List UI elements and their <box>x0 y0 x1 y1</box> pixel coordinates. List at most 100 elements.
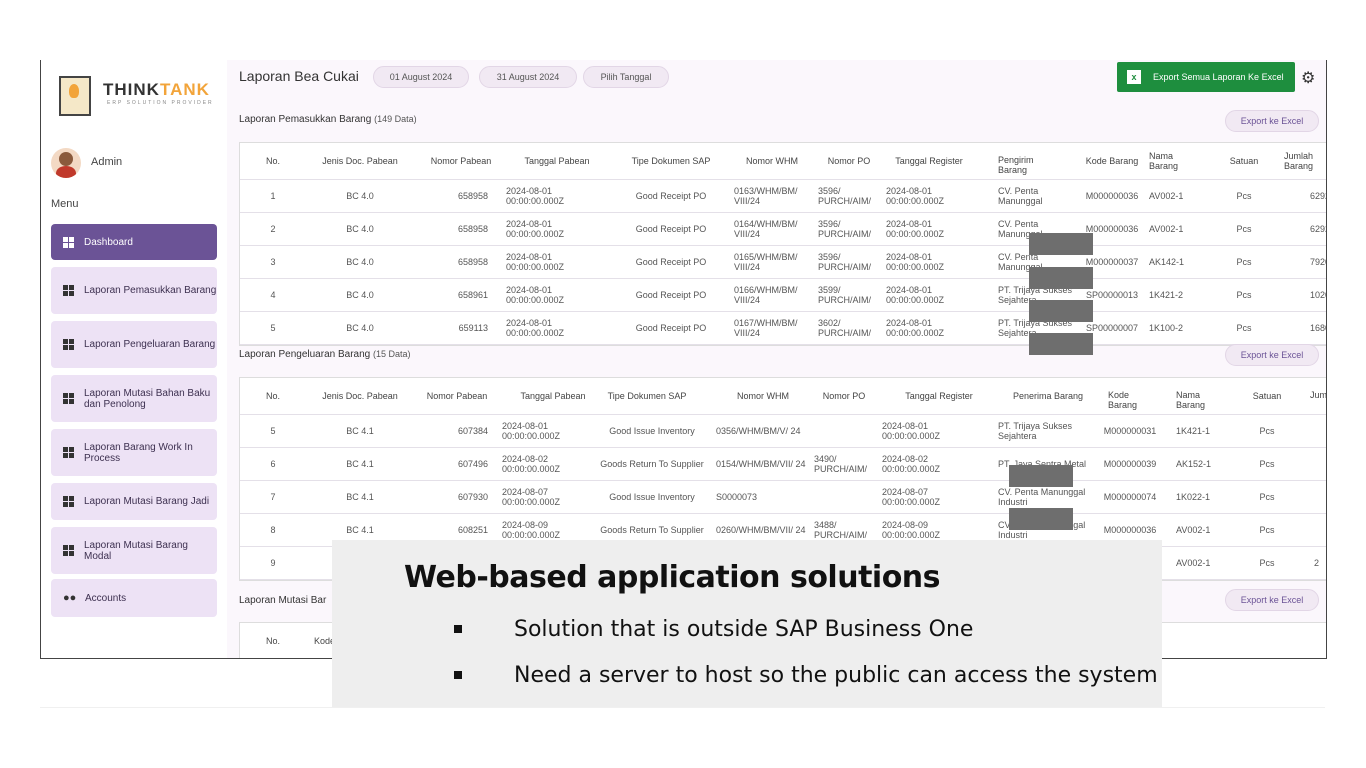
sidebar-item-label: Laporan Pemasukkan Barang <box>84 285 217 296</box>
start-date-picker[interactable]: 01 August 2024 <box>373 66 469 88</box>
column-header[interactable]: Nomor Pabean <box>424 143 498 179</box>
table-cell <box>1314 448 1326 480</box>
sidebar-item-laporan-mutasi-barang-jadi[interactable]: Laporan Mutasi Barang Jadi <box>51 483 217 520</box>
sidebar-item-label: Accounts <box>85 592 127 604</box>
sidebar-item-laporan-wip[interactable]: Laporan Barang Work In Process <box>51 429 217 476</box>
table-cell: 0167/WHM/BM/ VIII/24 <box>734 318 798 338</box>
column-header[interactable]: Nomor Pabean <box>420 378 494 414</box>
table-cell: 659113 <box>458 323 488 333</box>
table-cell <box>814 481 880 513</box>
sidebar-item-laporan-mutasi-barang-modal[interactable]: Laporan Mutasi Barang Modal <box>51 527 217 574</box>
column-header[interactable]: Kode Barang <box>1108 378 1138 414</box>
table-cell: 658958 <box>457 224 488 234</box>
table-row[interactable]: 3 BC 4.0 658958 2024-08-01 00:00:00.000Z Goo… <box>240 246 1326 279</box>
table-cell: 2024-08-01 00:00:00.000Z <box>886 285 945 305</box>
export-pemasukan-button[interactable]: Export ke Excel <box>1225 110 1319 132</box>
column-header[interactable]: Nomor PO <box>812 378 876 414</box>
column-header[interactable]: Satuan <box>1244 378 1290 414</box>
column-header[interactable]: Nomor WHM <box>718 378 808 414</box>
table-cell: 2024-08-01 00:00:00.000Z <box>886 252 945 272</box>
column-header[interactable]: Tipe Dokumen SAP <box>618 143 724 179</box>
table-cell: 3490/ PURCH/AIM/ <box>814 454 868 474</box>
table-cell: 0165/WHM/BM/ VIII/24 <box>734 252 798 272</box>
column-header[interactable]: Jumlah Barang <box>1284 143 1320 179</box>
sidebar-item-label: Laporan Mutasi Barang Modal <box>84 539 188 562</box>
table-cell: 2024-08-07 00:00:00.000Z <box>882 487 941 507</box>
table-cell: BC 4.0 <box>346 257 374 267</box>
table-cell: Pcs <box>1236 323 1252 333</box>
pemasukan-section-title: Laporan Pemasukkan Barang (149 Data) <box>239 114 417 125</box>
table-cell: 3596/ PURCH/AIM/ <box>818 219 872 239</box>
dashboard-icon <box>63 393 74 404</box>
export-pengeluaran-button[interactable]: Export ke Excel <box>1225 344 1319 366</box>
table-cell: BC 4.0 <box>346 323 374 333</box>
table-cell: 5 <box>270 323 276 333</box>
table-cell: BC 4.0 <box>346 224 374 234</box>
end-date-picker[interactable]: 31 August 2024 <box>479 66 577 88</box>
export-mutasi-button[interactable]: Export ke Excel <box>1225 589 1319 611</box>
table-cell <box>1314 415 1326 447</box>
table-cell: CV. Penta Manunggal <box>998 186 1043 206</box>
column-header[interactable]: Kode Barang <box>1082 143 1142 179</box>
table-row[interactable]: 2 BC 4.0 658958 2024-08-01 00:00:00.000Z Goo… <box>240 213 1326 246</box>
column-header[interactable]: Satuan <box>1226 143 1262 179</box>
column-header[interactable]: Pengirim Barang <box>998 143 1042 179</box>
sidebar-item-accounts[interactable]: ●● Accounts <box>51 579 217 617</box>
column-header[interactable]: Tipe Dokumen SAP <box>592 378 702 414</box>
dashboard-icon <box>63 285 74 296</box>
column-header[interactable]: Tanggal Pabean <box>506 143 608 179</box>
column-header[interactable]: No. <box>240 623 306 658</box>
overlay-bullet-text: Need a server to host so the public can … <box>514 663 1158 688</box>
brand-name-think: THINK <box>103 80 160 99</box>
column-header[interactable]: Nama Barang <box>1149 143 1183 179</box>
redaction-block <box>1029 333 1093 355</box>
table-cell <box>814 415 880 447</box>
dashboard-icon <box>63 236 74 248</box>
table-cell: 1 <box>270 191 276 201</box>
table-cell: 2 <box>1314 558 1320 568</box>
column-header[interactable]: Jumlah <box>1310 378 1326 414</box>
table-row[interactable]: 1 BC 4.0 658958 2024-08-01 00:00:00.000Z Goo… <box>240 180 1326 213</box>
table-cell: 0356/WHM/BM/V/ 24 <box>716 426 801 436</box>
menu-label: Menu <box>51 198 79 210</box>
table-row[interactable]: 6 BC 4.1 607496 2024-08-02 00:00:00.000Z Goo… <box>240 448 1326 481</box>
column-header[interactable]: Tanggal Pabean <box>502 378 604 414</box>
dashboard-icon <box>63 496 74 507</box>
column-header[interactable]: No. <box>240 378 306 414</box>
column-header[interactable]: Jenis Doc. Pabean <box>310 143 410 179</box>
avatar[interactable] <box>51 148 81 178</box>
overlay-title: Web-based application solutions <box>404 560 941 595</box>
sidebar-item-laporan-mutasi-bahan-baku[interactable]: Laporan Mutasi Bahan Baku dan Penolong <box>51 375 217 422</box>
redaction-block <box>1029 300 1093 322</box>
sidebar-item-label: Laporan Mutasi Bahan Baku dan Penolong <box>84 387 211 410</box>
table-cell: 9 <box>270 558 276 568</box>
column-header[interactable]: Nama Barang <box>1176 378 1212 414</box>
pick-date-button[interactable]: Pilih Tanggal <box>583 66 669 88</box>
table-row[interactable]: 5 BC 4.1 607384 2024-08-01 00:00:00.000Z Goo… <box>240 415 1326 448</box>
column-header[interactable]: Nomor PO <box>818 143 880 179</box>
pengeluaran-title: Laporan Pengeluaran Barang <box>239 349 371 360</box>
sidebar-item-laporan-pengeluaran[interactable]: Laporan Pengeluaran Barang <box>51 321 217 368</box>
sidebar-item-laporan-pemasukkan[interactable]: Laporan Pemasukkan Barang <box>51 267 217 314</box>
table-cell: 8 <box>270 525 276 535</box>
table-row[interactable]: 7 BC 4.1 607930 2024-08-07 00:00:00.000Z Goo… <box>240 481 1326 514</box>
table-cell: 2024-08-01 00:00:00.000Z <box>886 186 945 206</box>
export-all-button[interactable]: x Export Semua Laporan Ke Excel <box>1117 62 1295 92</box>
gear-icon[interactable]: ⚙ <box>1301 68 1315 88</box>
table-row[interactable]: 5 BC 4.0 659113 2024-08-01 00:00:00.000Z Goo… <box>240 312 1326 345</box>
column-header[interactable]: No. <box>240 143 306 179</box>
table-cell: 4 <box>270 290 276 300</box>
column-header[interactable]: Nomor WHM <box>734 143 810 179</box>
table-cell: 1K421-2 <box>1149 290 1184 300</box>
table-cell: M000000036 <box>1085 191 1139 201</box>
column-header[interactable]: Jenis Doc. Pabean <box>310 378 410 414</box>
table-cell: Good Receipt PO <box>635 191 707 201</box>
table-cell: Goods Return To Supplier <box>600 459 704 469</box>
table-row[interactable]: 4 BC 4.0 658961 2024-08-01 00:00:00.000Z Goo… <box>240 279 1326 312</box>
column-header[interactable]: Penerima Barang <box>1000 378 1096 414</box>
sidebar-item-dashboard[interactable]: Dashboard <box>51 224 217 260</box>
table-cell: 6292 <box>1309 191 1326 201</box>
people-icon: ●● <box>63 592 77 604</box>
column-header[interactable]: Tanggal Register <box>886 143 972 179</box>
column-header[interactable]: Tanggal Register <box>890 378 988 414</box>
